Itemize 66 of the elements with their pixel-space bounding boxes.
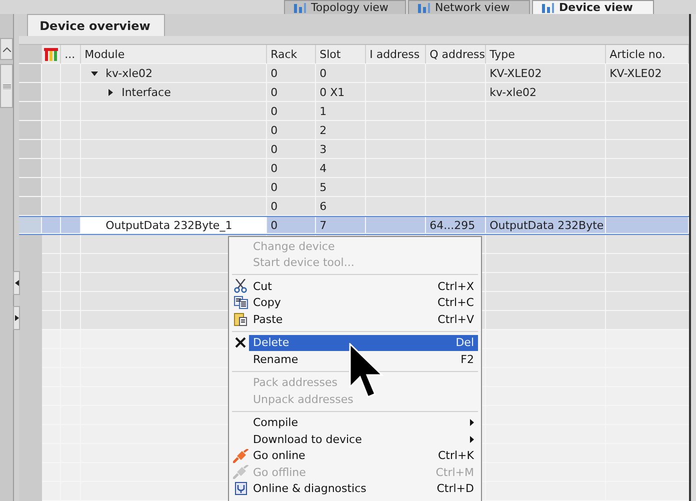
collapsed-arrow-icon[interactable] (106, 88, 114, 96)
module-name: Interface (122, 86, 171, 98)
submenu-arrow-icon (470, 436, 474, 443)
view-icon (417, 2, 431, 14)
module-name: kv-xle02 (106, 66, 152, 80)
row-header[interactable] (18, 197, 42, 216)
scissors-icon (234, 279, 247, 294)
table-row[interactable]: 0 3 (18, 140, 689, 159)
view-tab-label: Network view (435, 1, 510, 14)
row-header[interactable] (18, 83, 42, 102)
device-overview-tab[interactable]: Device overview (26, 14, 165, 36)
menu-item[interactable]: Copy Ctrl+C (249, 294, 478, 311)
table-row[interactable]: 0 1 (18, 102, 689, 121)
diagnostics-icon (234, 482, 246, 496)
grip-handle[interactable] (0, 64, 13, 108)
table-row[interactable]: 0 6 (18, 197, 689, 216)
status-icon (44, 48, 58, 60)
menu-item[interactable]: Download to device (249, 431, 478, 448)
caret-up-icon (2, 46, 10, 52)
row-header[interactable] (18, 178, 42, 197)
menu-item[interactable]: Online & diagnostics Ctrl+D (249, 480, 478, 497)
table-row[interactable]: OutputData 232Byte_1 0 7 64...295 OutputData 232Byte (18, 216, 689, 235)
view-tab[interactable]: Network view (408, 0, 530, 14)
table-row[interactable]: 0 4 (18, 159, 689, 178)
expanded-arrow-icon[interactable] (90, 70, 98, 76)
collapse-up-button[interactable] (0, 38, 13, 60)
table-cell (42, 217, 61, 234)
row-header[interactable] (18, 217, 42, 234)
submenu-arrow-icon (470, 419, 474, 426)
table-row[interactable]: Interface 0 0 X1 kv-xle02 (18, 83, 689, 102)
table-cell: 64...295 (426, 217, 486, 234)
table-row[interactable]: kv-xle02 0 0 KV-XLE02 KV-XLE02 (18, 64, 689, 83)
scroll-left-button[interactable] (13, 271, 20, 295)
plug-icon (232, 448, 248, 463)
table-cell (366, 217, 426, 234)
view-icon (541, 2, 555, 14)
row-header[interactable] (18, 102, 42, 121)
row-header[interactable] (18, 121, 42, 140)
grip-icon (2, 84, 10, 88)
module-name: OutputData 232Byte_1 (106, 218, 232, 232)
row-header[interactable] (18, 64, 42, 83)
menu-item[interactable]: Go online Ctrl+K (249, 448, 478, 464)
row-header[interactable] (18, 140, 42, 159)
view-tab[interactable]: Device view (532, 0, 654, 14)
table-row[interactable]: 0 5 (18, 178, 689, 197)
menu-item[interactable]: Compile (249, 414, 478, 431)
delete-icon (235, 337, 246, 348)
plug-icon (232, 465, 248, 480)
view-tab[interactable]: Topology view (284, 0, 406, 14)
view-tab-label: Topology view (311, 1, 388, 14)
copy-icon (234, 296, 248, 310)
table-cell: OutputData 232Byte (486, 217, 606, 234)
table-cell: 7 (316, 217, 366, 234)
row-header[interactable] (18, 159, 42, 178)
table-row[interactable]: 0 2 (18, 121, 689, 140)
view-tab-label: Device view (559, 1, 633, 14)
menu-item[interactable]: Cut Ctrl+X (249, 278, 478, 294)
menu-item[interactable]: Delete Del (249, 334, 478, 351)
table-cell: 0 (266, 217, 316, 234)
clipboard-icon (234, 312, 247, 326)
scroll-right-button[interactable] (13, 306, 20, 330)
left-arrow-icon (14, 280, 18, 286)
menu-item[interactable]: Rename F2 (249, 351, 478, 368)
menu-item[interactable]: Paste Ctrl+V (249, 311, 478, 328)
right-arrow-icon (14, 315, 18, 321)
view-icon (293, 2, 307, 14)
